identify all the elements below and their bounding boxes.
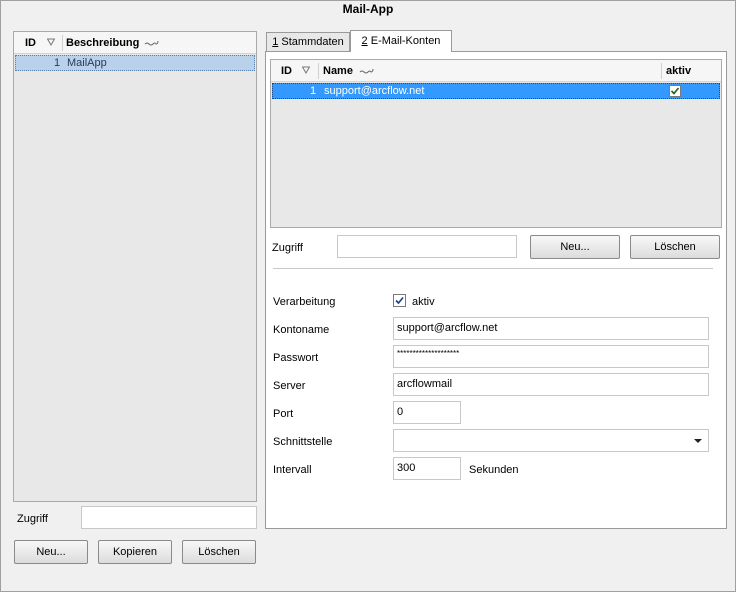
interface-label: Schnittstelle: [273, 436, 333, 448]
wave-icon[interactable]: [359, 67, 375, 75]
active-checkbox[interactable]: [669, 85, 681, 97]
chevron-down-icon[interactable]: [694, 439, 702, 443]
row-id: 1: [310, 85, 317, 97]
port-field[interactable]: 0: [393, 401, 461, 424]
password-label: Passwort: [273, 352, 319, 364]
tab-label: E-Mail-Konten: [367, 35, 441, 47]
sort-triangle-icon[interactable]: [302, 66, 310, 74]
interval-label: Intervall: [273, 464, 312, 476]
column-header-name[interactable]: Name: [323, 60, 353, 82]
new-button[interactable]: Neu...: [14, 540, 88, 564]
column-header-description[interactable]: Beschreibung: [66, 32, 139, 54]
account-name-label: Kontoname: [273, 324, 330, 336]
column-separator: [661, 63, 662, 79]
divider: [273, 268, 713, 269]
accounts-list[interactable]: ID Name aktiv 1 support@arcflow.net: [270, 59, 722, 228]
accounts-list-header: ID Name aktiv: [271, 60, 721, 82]
access-input[interactable]: [81, 506, 257, 529]
column-separator: [318, 63, 319, 79]
row-description: MailApp: [67, 57, 107, 69]
window-title: Mail-App: [342, 2, 394, 16]
app-list[interactable]: ID Beschreibung 1 MailApp: [13, 31, 257, 502]
server-label: Server: [273, 380, 306, 392]
access-label: Zugriff: [17, 513, 48, 525]
sort-triangle-icon[interactable]: [47, 38, 55, 46]
tab-email-accounts[interactable]: 2 E-Mail-Konten: [350, 30, 452, 52]
copy-button[interactable]: Kopieren: [98, 540, 172, 564]
column-header-active[interactable]: aktiv: [666, 60, 691, 82]
interval-field[interactable]: 300: [393, 457, 461, 480]
interval-unit: Sekunden: [469, 464, 519, 476]
interface-select[interactable]: [393, 429, 709, 452]
tab-stammdaten[interactable]: 1 Stammdaten: [266, 32, 350, 51]
access-input[interactable]: [337, 235, 517, 258]
row-id: 1: [54, 57, 61, 69]
wave-icon[interactable]: [144, 39, 160, 47]
checkmark-icon: [395, 296, 404, 305]
email-accounts-panel: ID Name aktiv 1 support@arcflow.net Zugr…: [265, 51, 727, 529]
table-row[interactable]: 1 support@arcflow.net: [272, 83, 720, 99]
app-list-header: ID Beschreibung: [14, 32, 256, 54]
processing-checkbox[interactable]: [393, 294, 406, 307]
column-header-id[interactable]: ID: [25, 32, 36, 54]
account-name-field[interactable]: support@arcflow.net: [393, 317, 709, 340]
delete-account-button[interactable]: Löschen: [630, 235, 720, 259]
access-label: Zugriff: [272, 242, 303, 254]
column-header-id[interactable]: ID: [281, 60, 292, 82]
row-name: support@arcflow.net: [324, 85, 425, 97]
column-separator: [62, 35, 63, 51]
password-field[interactable]: ********************: [393, 345, 709, 368]
processing-label: Verarbeitung: [273, 296, 336, 308]
port-label: Port: [273, 408, 294, 420]
delete-button[interactable]: Löschen: [182, 540, 256, 564]
processing-checkbox-label: aktiv: [412, 296, 435, 308]
new-account-button[interactable]: Neu...: [530, 235, 620, 259]
tab-label: Stammdaten: [278, 36, 344, 48]
server-field[interactable]: arcflowmail: [393, 373, 709, 396]
list-item[interactable]: 1 MailApp: [15, 55, 255, 71]
checkmark-icon: [670, 87, 680, 95]
